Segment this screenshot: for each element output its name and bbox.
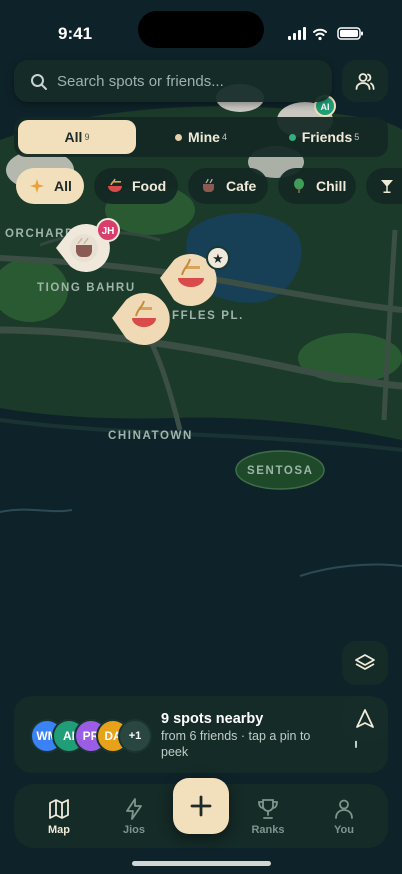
search-input[interactable]: Search spots or friends... [57,73,224,90]
status-time: 9:41 [58,24,93,43]
nav-jios-label: Jios [122,824,145,836]
layers-icon [355,654,375,670]
tree-icon [294,178,304,193]
map-icon [49,799,69,819]
segment-mine[interactable]: Mine 4 [142,120,260,154]
friends-button[interactable] [342,60,388,102]
map-pin-food[interactable] [110,286,180,348]
chip-food-label: Food [132,178,167,194]
home-indicator [132,861,271,866]
chip-cafe[interactable]: Cafe [188,168,268,204]
nav-you[interactable]: You [314,784,374,848]
segment-friends-label: Friends [301,129,353,145]
segment-mine-label: Mine [188,129,220,145]
svg-text:★: ★ [212,252,224,267]
add-spot-button[interactable] [173,778,229,834]
nav-ranks-label: Ranks [251,824,285,836]
navigation-arrow-icon [356,709,374,728]
nav-ranks[interactable]: Ranks [238,784,298,848]
search-icon [31,74,47,90]
map-label-sentosa: SENTOSA [247,465,314,477]
svg-text:JH: JH [102,226,115,237]
chip-cafe-label: Cafe [226,178,257,194]
chip-drinks[interactable] [366,168,402,204]
plus-icon [190,795,212,817]
lightning-icon [126,798,142,820]
nearby-title: 9 spots nearby [161,711,264,727]
nav-jios[interactable]: Jios [104,784,164,848]
chip-chill-label: Chill [316,178,347,194]
trophy-icon [258,799,278,819]
friends-dot [288,133,296,141]
segment-all[interactable]: All 9 [18,120,136,154]
dynamic-island [138,11,264,48]
avatar-more: +1 [118,719,152,753]
segment-all-count: 9 [84,132,90,142]
card-handle [355,740,357,748]
map-label-chinatown: CHINATOWN [108,430,193,442]
segment-all-label: All [64,129,83,145]
status-icons [288,27,363,41]
sparkles-icon [30,179,44,193]
segment-mine-count: 4 [221,132,227,142]
chip-all[interactable]: All [16,168,84,204]
noodle-bowl-icon [108,178,122,192]
locate-me-button[interactable] [342,697,388,741]
map-label-raffles-pl: FFLES PL. [172,310,244,322]
nav-you-label: You [334,824,354,836]
chip-food[interactable]: Food [94,168,178,204]
search-bar[interactable]: Search spots or friends... [14,60,332,102]
category-chips: All Food Cafe Chill [0,168,402,204]
scope-segmented-control: All 9 Mine 4 Friends 5 [14,117,388,157]
nearby-subtitle: from 6 friends · tap a pin to peek [161,729,311,759]
people-icon [355,73,375,90]
nav-map[interactable]: Map [29,784,89,848]
chip-chill[interactable]: Chill [278,168,356,204]
map-pin-cafe-jh[interactable]: JH [52,216,124,276]
segment-friends-count: 5 [354,132,360,142]
segment-friends[interactable]: Friends 5 [264,120,384,154]
chip-all-label: All [54,178,72,194]
nav-map-label: Map [48,824,70,836]
status-bar: 9:41 [0,0,402,60]
map-layers-button[interactable] [342,641,388,685]
phone-screen: AI ORCHARD TIONG BAHRU FFLES PL. CHINATO… [0,0,402,874]
cocktail-icon [381,180,393,193]
mine-dot [175,133,183,141]
person-icon [335,799,353,819]
coffee-cup-icon [203,178,214,192]
svg-text:AI: AI [321,102,330,112]
